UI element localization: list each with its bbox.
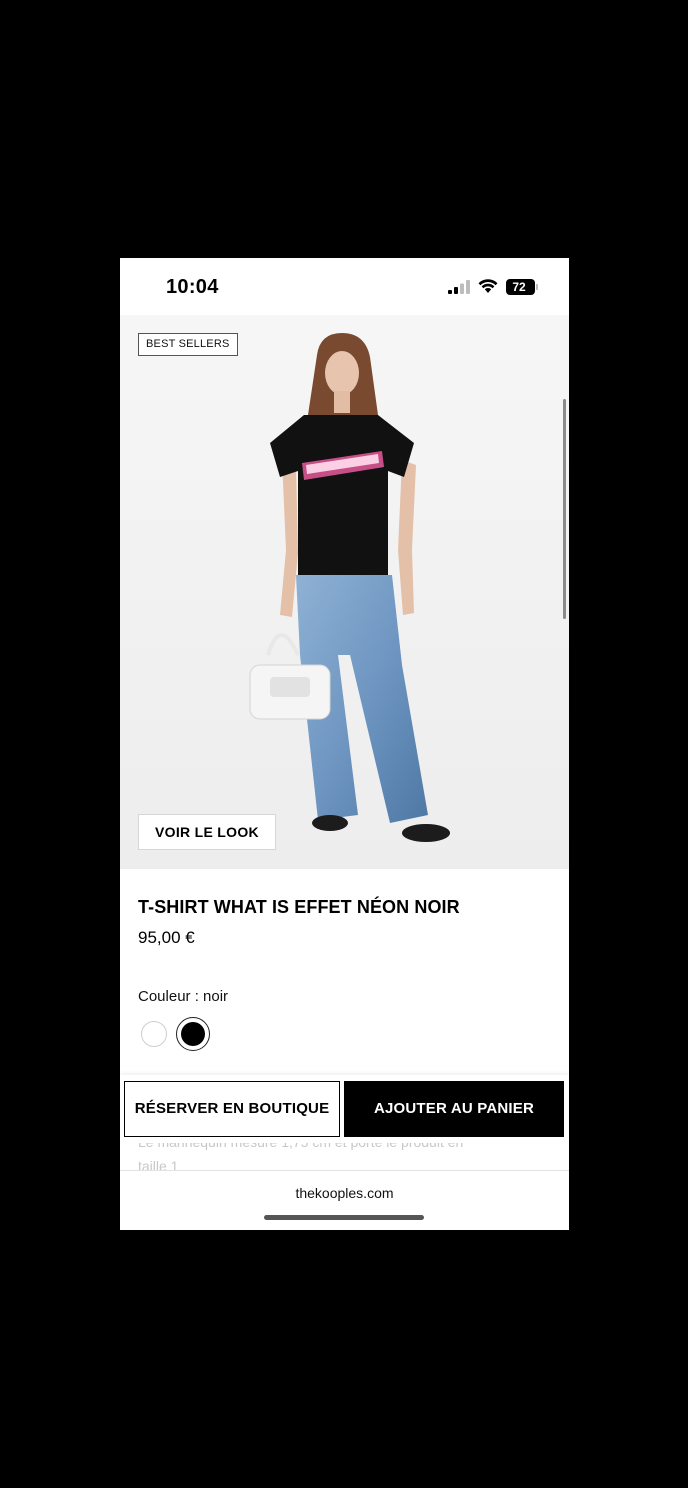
view-look-button[interactable]: VOIR LE LOOK: [138, 814, 276, 850]
home-indicator[interactable]: [264, 1215, 424, 1220]
status-time: 10:04: [166, 276, 219, 298]
battery-cap: [536, 284, 538, 290]
color-label: Couleur : noir: [138, 988, 229, 1005]
wifi-icon: [478, 279, 498, 293]
product-price: 95,00 €: [138, 928, 195, 947]
signal-icon: [448, 280, 470, 294]
action-bar: RÉSERVER EN BOUTIQUE AJOUTER AU PANIER: [120, 1075, 569, 1143]
phone-screen: 10:04 72 BEST SELLERS VOIR LE LOOK T-SHI…: [120, 258, 569, 1230]
add-to-cart-button[interactable]: AJOUTER AU PANIER: [344, 1081, 564, 1137]
color-swatch-white[interactable]: [141, 1021, 167, 1047]
url-text[interactable]: thekooples.com: [120, 1185, 569, 1201]
browser-url-bar[interactable]: thekooples.com: [120, 1170, 569, 1230]
battery-icon: 72: [506, 279, 538, 295]
best-sellers-badge: BEST SELLERS: [138, 333, 238, 356]
color-swatch-black-selected[interactable]: [176, 1017, 210, 1051]
product-title: T-SHIRT WHAT IS EFFET NÉON NOIR: [138, 897, 460, 917]
scrollbar[interactable]: [563, 399, 566, 619]
reserve-in-store-button[interactable]: RÉSERVER EN BOUTIQUE: [124, 1081, 340, 1137]
model-photo: [120, 315, 569, 869]
color-swatch-black: [181, 1022, 205, 1046]
product-image[interactable]: BEST SELLERS VOIR LE LOOK: [120, 315, 569, 869]
status-bar: 10:04 72: [120, 258, 569, 315]
battery-level: 72: [512, 280, 526, 294]
